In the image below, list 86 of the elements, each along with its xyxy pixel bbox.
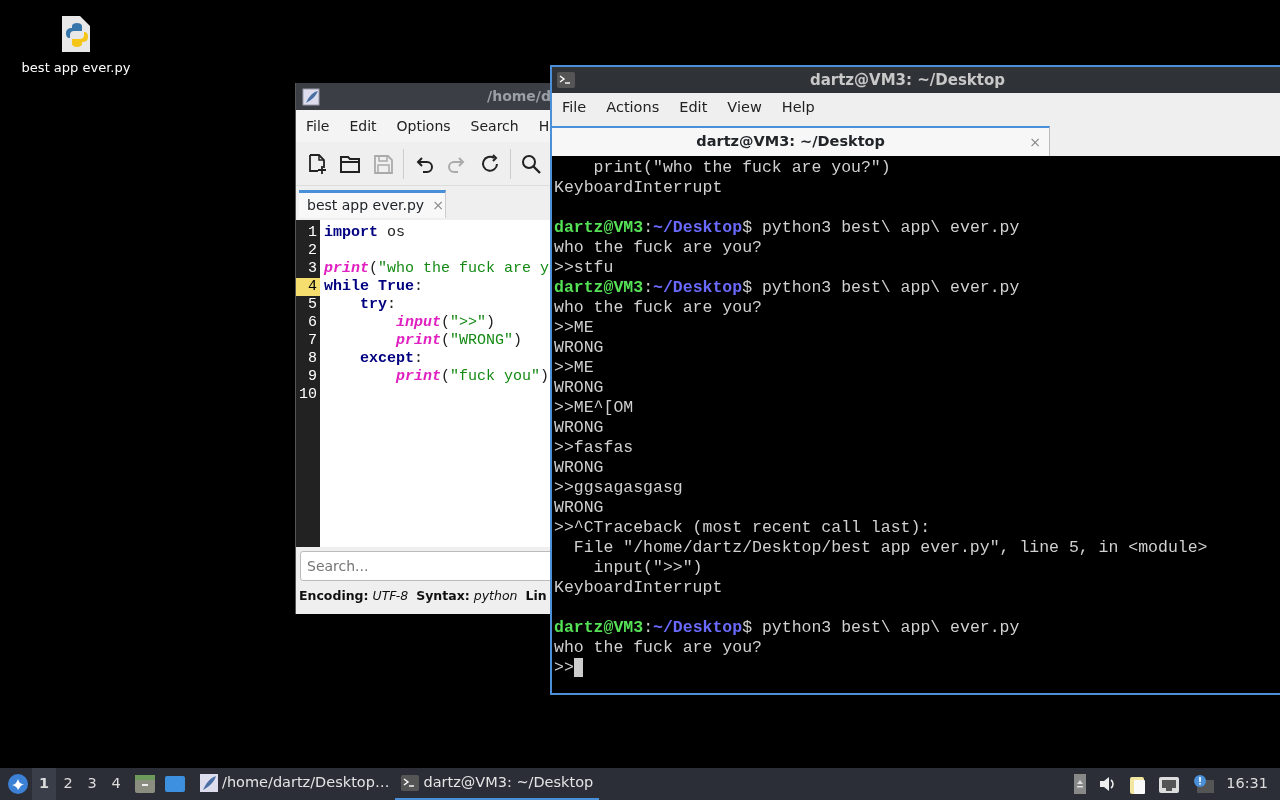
terminal-icon	[401, 775, 420, 791]
code-line: print("fuck you")	[394, 368, 551, 386]
terminal-line: >>ME	[554, 318, 595, 338]
menu-item[interactable]: Edit	[339, 115, 387, 137]
workspace-button[interactable]: 2	[56, 768, 80, 800]
volume-icon[interactable]	[1098, 774, 1117, 794]
code-line: import os	[324, 224, 407, 242]
terminal-line: >>^CTraceback (most recent call last):	[554, 518, 932, 538]
line-number: 3	[307, 260, 318, 278]
tab-label[interactable]: dartz@VM3: ~/Desktop	[552, 131, 1030, 153]
eject-icon[interactable]	[1074, 774, 1087, 794]
network-icon[interactable]	[1158, 774, 1181, 794]
code-line: try:	[359, 296, 398, 314]
terminal-line: >>ME^[OM	[554, 398, 635, 418]
terminal-line: who the fuck are you?	[554, 238, 763, 258]
window-title: dartz@VM3: ~/Desktop	[808, 69, 1007, 91]
terminal-line: KeyboardInterrupt	[554, 178, 724, 198]
terminal-line: >>ME	[554, 358, 595, 378]
feather-icon	[302, 87, 320, 106]
start-menu-icon[interactable]	[7, 773, 29, 795]
terminal-line: >>fasfas	[554, 438, 635, 458]
line-number: 1	[307, 224, 318, 242]
terminal-icon	[557, 72, 575, 88]
terminal-tab[interactable]: dartz@VM3: ~/Desktop ×	[552, 126, 1050, 156]
search-field[interactable]: Search...	[300, 551, 551, 582]
clock: 16:31	[1226, 774, 1268, 794]
menu-item[interactable]: File	[296, 115, 340, 137]
code-line: print("WRONG")	[394, 332, 524, 350]
terminal-line: File "/home/dartz/Desktop/best app ever.py", line 5, in <module>	[572, 538, 1209, 558]
line-number: 7	[307, 332, 318, 350]
terminal-line: dartz@VM3:~/Desktop$ python3 best\ app\ ever.py	[554, 218, 1021, 238]
terminal-line: WRONG	[554, 498, 605, 518]
line-number: 4	[296, 278, 320, 296]
close-icon[interactable]: ×	[1029, 131, 1049, 153]
clipboard-icon[interactable]	[1128, 774, 1147, 794]
line-number: 2	[307, 242, 318, 260]
editor-tab[interactable]: best app ever.py ×	[299, 190, 446, 218]
menu-item[interactable]: Actions	[596, 97, 670, 119]
terminal-line: WRONG	[554, 338, 605, 358]
menu-item[interactable]: Search	[460, 115, 529, 137]
menu-item[interactable]: File	[552, 97, 597, 119]
code-line: print("who the fuck are y	[324, 260, 551, 278]
line-number: 9	[307, 368, 318, 386]
workspace-button[interactable]: 4	[104, 768, 128, 800]
menu-item[interactable]: Edit	[669, 97, 718, 119]
terminal-line: WRONG	[554, 418, 605, 438]
terminal-line: WRONG	[554, 458, 605, 478]
code-line: except:	[359, 350, 425, 368]
status-text: Encoding: UTF-8 Syntax: python Lin	[298, 587, 548, 606]
tab-label[interactable]: best app ever.py	[307, 195, 425, 216]
terminal-line: WRONG	[554, 378, 605, 398]
taskbar-task[interactable]: dartz@VM3: ~/Desktop	[395, 768, 600, 800]
taskbar-task[interactable]: /home/dartz/Desktop…	[194, 768, 396, 800]
window-icon[interactable]	[164, 773, 186, 795]
menu-item[interactable]: View	[717, 97, 772, 119]
terminal-line: who the fuck are you?	[554, 638, 763, 658]
menu-item[interactable]: H	[528, 115, 551, 137]
feather-icon	[200, 774, 218, 792]
terminal-line: input(">>")	[592, 558, 704, 578]
file-label[interactable]: best app ever.py	[21, 58, 131, 78]
line-number: 8	[307, 350, 318, 368]
code-line: input(">>")	[395, 314, 497, 332]
terminal-line: print("who the fuck are you?")	[592, 158, 892, 178]
line-number: 5	[307, 296, 318, 314]
menu-item[interactable]: Options	[386, 115, 461, 137]
terminal-line: >>ggsagasgasg	[554, 478, 684, 498]
terminal-line: who the fuck are you?	[554, 298, 763, 318]
terminal-line: KeyboardInterrupt	[554, 578, 724, 598]
terminal-line: dartz@VM3:~/Desktop$ python3 best\ app\ ever.py	[554, 618, 1021, 638]
close-icon[interactable]: ×	[432, 195, 444, 216]
terminal-line: >>stfu	[554, 258, 615, 278]
menu-item[interactable]: Help	[771, 97, 825, 119]
line-number: 10	[298, 386, 318, 404]
search-icon[interactable]	[520, 152, 542, 175]
file-cabinet-icon[interactable]	[134, 773, 156, 795]
workspace-button[interactable]: 1	[32, 768, 56, 800]
terminal-line: >>	[554, 658, 574, 677]
terminal-line: dartz@VM3:~/Desktop$ python3 best\ app\ ever.py	[554, 278, 1021, 298]
python-file-icon[interactable]	[60, 14, 92, 54]
workspace-button[interactable]: 3	[80, 768, 104, 800]
window-title: /home/d	[486, 87, 551, 106]
new-file-icon[interactable]	[306, 152, 328, 175]
line-number: 6	[307, 314, 318, 332]
code-line: while True:	[324, 278, 425, 296]
reload-icon[interactable]	[479, 152, 501, 175]
notification-icon[interactable]	[1192, 774, 1215, 794]
